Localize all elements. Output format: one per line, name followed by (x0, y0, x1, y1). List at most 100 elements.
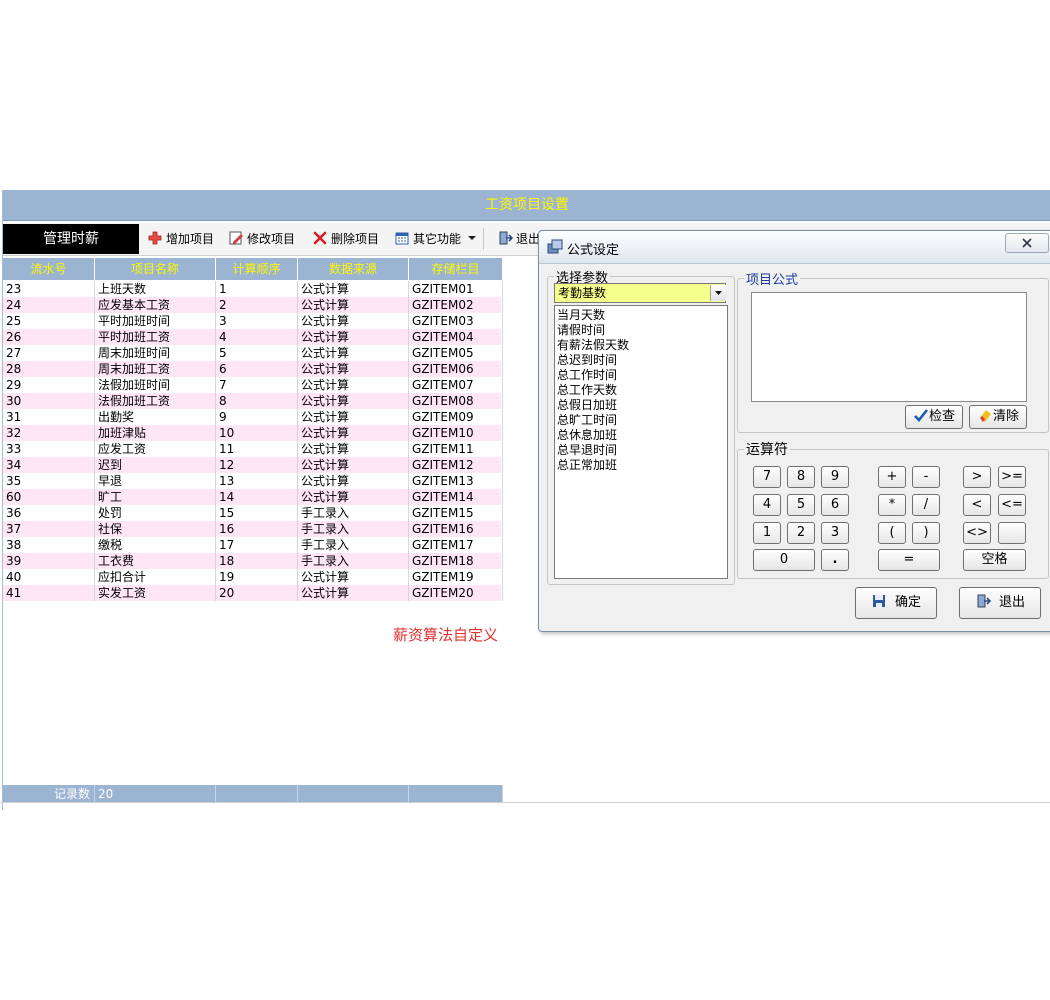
table-row[interactable]: 29 法假加班时间 7 公式计算 GZITEM07 (3, 377, 503, 393)
param-list-item[interactable]: 总假日加班 (557, 398, 617, 413)
cell-data-source: 公式计算 (298, 297, 409, 313)
key-divide[interactable]: / (912, 494, 940, 516)
cell-serial: 37 (3, 521, 95, 537)
param-list-item[interactable]: 总工作天数 (557, 383, 617, 398)
table-row[interactable]: 31 出勤奖 9 公式计算 GZITEM09 (3, 409, 503, 425)
edit-item-button[interactable]: 修改项目 (228, 227, 295, 251)
cell-serial: 34 (3, 457, 95, 473)
table-row[interactable]: 33 应发工资 11 公式计算 GZITEM11 (3, 441, 503, 457)
param-list-item[interactable]: 总工作时间 (557, 368, 617, 383)
key-1[interactable]: 1 (753, 522, 781, 544)
table-row[interactable]: 38 缴税 17 手工录入 GZITEM17 (3, 537, 503, 553)
param-list-item[interactable]: 当月天数 (557, 308, 605, 323)
key-7[interactable]: 7 (753, 466, 781, 488)
table-row[interactable]: 30 法假加班工资 8 公式计算 GZITEM08 (3, 393, 503, 409)
cell-serial: 36 (3, 505, 95, 521)
table-row[interactable]: 39 工衣费 18 手工录入 GZITEM18 (3, 553, 503, 569)
key-9[interactable]: 9 (821, 466, 849, 488)
clear-button[interactable]: 清除 (969, 405, 1027, 429)
table-row[interactable]: 23 上班天数 1 公式计算 GZITEM01 (3, 281, 503, 297)
other-functions-button[interactable]: 其它功能 (394, 227, 476, 251)
key-blank[interactable] (998, 522, 1026, 544)
cell-serial: 26 (3, 329, 95, 345)
table-row[interactable]: 60 旷工 14 公式计算 GZITEM14 (3, 489, 503, 505)
key-8[interactable]: 8 (787, 466, 815, 488)
cell-storage-column: GZITEM18 (409, 553, 503, 569)
column-header-item-name[interactable]: 项目名称 (95, 258, 216, 280)
exit-door-icon (977, 594, 991, 608)
column-header-calc-order[interactable]: 计算顺序 (216, 258, 298, 280)
cell-storage-column: GZITEM17 (409, 537, 503, 553)
table-row[interactable]: 41 实发工资 20 公式计算 GZITEM20 (3, 585, 503, 601)
toolbar-separator (483, 228, 484, 250)
param-list-item[interactable]: 总迟到时间 (557, 353, 617, 368)
table-row[interactable]: 34 迟到 12 公式计算 GZITEM12 (3, 457, 503, 473)
cell-serial: 27 (3, 345, 95, 361)
cell-calc-order: 14 (216, 489, 298, 505)
dialog-titlebar[interactable]: 公式设定 (539, 231, 1050, 264)
key-equals[interactable]: = (878, 549, 940, 571)
param-list-item[interactable]: 总旷工时间 (557, 413, 617, 428)
param-list-item[interactable]: 总休息加班 (557, 428, 617, 443)
app-icon (547, 239, 563, 254)
grid-footer: 记录数 20 (3, 785, 503, 803)
cell-data-source: 手工录入 (298, 505, 409, 521)
table-row[interactable]: 28 周末加班工资 6 公式计算 GZITEM06 (3, 361, 503, 377)
table-row[interactable]: 24 应发基本工资 2 公式计算 GZITEM02 (3, 297, 503, 313)
cell-data-source: 公式计算 (298, 345, 409, 361)
table-row[interactable]: 36 处罚 15 手工录入 GZITEM15 (3, 505, 503, 521)
key-minus[interactable]: - (912, 466, 940, 488)
table-row[interactable]: 40 应扣合计 19 公式计算 GZITEM19 (3, 569, 503, 585)
key-less[interactable]: < (963, 494, 991, 516)
add-item-button[interactable]: 增加项目 (147, 227, 214, 251)
table-row[interactable]: 32 加班津贴 10 公式计算 GZITEM10 (3, 425, 503, 441)
key-2[interactable]: 2 (787, 522, 815, 544)
formula-input[interactable] (751, 292, 1027, 402)
table-row[interactable]: 26 平时加班工资 4 公式计算 GZITEM04 (3, 329, 503, 345)
key-space[interactable]: 空格 (963, 549, 1026, 571)
key-left-paren[interactable]: ( (878, 522, 906, 544)
select-arrow[interactable] (710, 285, 726, 301)
key-right-paren[interactable]: ) (912, 522, 940, 544)
table-row[interactable]: 25 平时加班时间 3 公式计算 GZITEM03 (3, 313, 503, 329)
key-0[interactable]: 0 (753, 549, 815, 571)
param-list-item[interactable]: 总正常加班 (557, 458, 617, 473)
param-list[interactable]: 当月天数 请假时间 有薪法假天数 总迟到时间 总工作时间 总工作天数 总假日加班 总旷工时间总… (554, 305, 728, 579)
table-row[interactable]: 27 周末加班时间 5 公式计算 GZITEM05 (3, 345, 503, 361)
items-grid[interactable]: 流水号 项目名称 计算顺序 数据来源 存储栏目 23 上班天数 1 公式计算 GZITE… (3, 258, 503, 803)
cell-data-source: 公式计算 (298, 441, 409, 457)
caption-text: 薪资算法自定义 (393, 626, 499, 644)
cell-storage-column: GZITEM11 (409, 441, 503, 457)
ok-button[interactable]: 确定 (855, 587, 937, 619)
dialog-exit-button[interactable]: 退出 (959, 587, 1041, 619)
table-row[interactable]: 35 早退 13 公式计算 GZITEM13 (3, 473, 503, 489)
key-3[interactable]: 3 (821, 522, 849, 544)
param-category-select[interactable]: 考勤基数 (554, 283, 726, 303)
module-label[interactable]: 管理时薪 (3, 224, 139, 254)
key-not-equal[interactable]: <> (963, 522, 991, 544)
param-list-item[interactable]: 请假时间 (557, 323, 605, 338)
key-5[interactable]: 5 (787, 494, 815, 516)
key-multiply[interactable]: * (878, 494, 906, 516)
cell-calc-order: 15 (216, 505, 298, 521)
key-greater-equal[interactable]: >= (998, 466, 1026, 488)
column-header-storage-column[interactable]: 存储栏目 (409, 258, 503, 280)
close-button[interactable] (1005, 233, 1049, 253)
key-greater[interactable]: > (963, 466, 991, 488)
column-header-data-source[interactable]: 数据来源 (298, 258, 409, 280)
table-row[interactable]: 37 社保 16 手工录入 GZITEM16 (3, 521, 503, 537)
key-less-equal[interactable]: <= (998, 494, 1026, 516)
cell-calc-order: 11 (216, 441, 298, 457)
check-button[interactable]: 检查 (905, 405, 963, 429)
exit-button[interactable]: 退出 (497, 227, 540, 251)
key-4[interactable]: 4 (753, 494, 781, 516)
key-dot[interactable]: . (821, 549, 849, 571)
column-header-serial[interactable]: 流水号 (3, 258, 95, 280)
param-list-item[interactable]: 有薪法假天数 (557, 338, 629, 353)
key-6[interactable]: 6 (821, 494, 849, 516)
key-plus[interactable]: + (878, 466, 906, 488)
param-list-item[interactable]: 总早退时间 (557, 443, 617, 458)
delete-item-button[interactable]: 删除项目 (312, 227, 379, 251)
cell-serial: 35 (3, 473, 95, 489)
cell-item-name: 旷工 (95, 489, 216, 505)
